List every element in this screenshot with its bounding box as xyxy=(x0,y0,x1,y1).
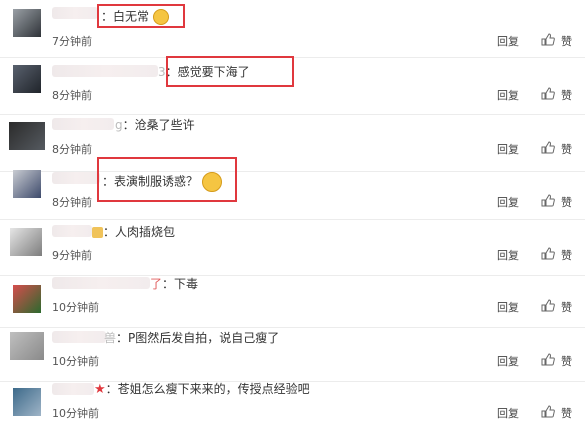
avatar[interactable] xyxy=(9,122,45,150)
like-label[interactable]: 赞 xyxy=(561,194,572,210)
username-blurred[interactable] xyxy=(52,7,98,19)
thumbs-up-icon[interactable] xyxy=(541,87,555,100)
highlight-box xyxy=(97,157,237,202)
like-label[interactable]: 赞 xyxy=(561,87,572,103)
highlight-box xyxy=(166,56,294,87)
comment-row: ：表演制服诱惑？ 8分钟前 回复 赞 xyxy=(0,162,585,220)
comment-time: 7分钟前 xyxy=(52,35,92,48)
like-label[interactable]: 赞 xyxy=(561,141,572,157)
avatar[interactable] xyxy=(13,65,41,93)
username-blurred[interactable] xyxy=(52,383,94,395)
thumbs-up-icon[interactable] xyxy=(541,194,555,207)
reply-button[interactable]: 回复 xyxy=(497,299,519,315)
avatar[interactable] xyxy=(13,388,41,416)
reply-button[interactable]: 回复 xyxy=(497,141,519,157)
comment-time: 8分钟前 xyxy=(52,196,92,209)
username-blurred[interactable] xyxy=(52,331,106,343)
reply-button[interactable]: 回复 xyxy=(497,87,519,103)
comment-row: ★：苍姐怎么瘦下来来的，传授点经验吧 10分钟前 回复 赞 xyxy=(0,376,585,433)
star-icon: ★ xyxy=(94,382,106,397)
thumbs-up-icon[interactable] xyxy=(541,141,555,154)
avatar[interactable] xyxy=(10,332,44,360)
comment-text: ★：苍姐怎么瘦下来来的，传授点经验吧 xyxy=(94,382,310,397)
like-label[interactable]: 赞 xyxy=(561,33,572,49)
username-blurred[interactable] xyxy=(52,225,92,237)
comment-time: 9分钟前 xyxy=(52,249,92,262)
comment-text: g：沧桑了些许 xyxy=(115,118,195,132)
thumbs-up-icon[interactable] xyxy=(541,299,555,312)
avatar[interactable] xyxy=(10,228,42,256)
comment-row: ：白无常 7分钟前 回复 赞 xyxy=(0,0,585,58)
comment-text: 了：下毒 xyxy=(150,277,199,291)
comment-row: 兽：P图然后发自拍，说自己瘦了 10分钟前 回复 赞 xyxy=(0,324,585,382)
comment-row: 了：下毒 10分钟前 回复 赞 xyxy=(0,270,585,328)
comment-text: ：人肉插烧包 xyxy=(92,225,175,239)
avatar[interactable] xyxy=(13,170,41,198)
like-label[interactable]: 赞 xyxy=(561,247,572,263)
username-blurred[interactable] xyxy=(52,65,158,77)
username-blurred[interactable] xyxy=(52,118,114,130)
avatar[interactable] xyxy=(13,9,41,37)
thumbs-up-icon[interactable] xyxy=(541,405,555,418)
username-blurred[interactable] xyxy=(52,277,150,289)
like-label[interactable]: 赞 xyxy=(561,299,572,315)
comment-time: 10分钟前 xyxy=(52,355,99,368)
comment-time: 8分钟前 xyxy=(52,89,92,102)
comment-time: 10分钟前 xyxy=(52,301,99,314)
comment-time: 8分钟前 xyxy=(52,143,92,156)
reply-button[interactable]: 回复 xyxy=(497,33,519,49)
thumbs-up-icon[interactable] xyxy=(541,247,555,260)
reply-button[interactable]: 回复 xyxy=(497,247,519,263)
highlight-box xyxy=(97,4,185,28)
reply-button[interactable]: 回复 xyxy=(497,194,519,210)
avatar[interactable] xyxy=(13,285,41,313)
username-blurred[interactable] xyxy=(52,172,100,184)
thumbs-up-icon[interactable] xyxy=(541,33,555,46)
reply-button[interactable]: 回复 xyxy=(497,353,519,369)
comment-row: ：人肉插烧包 9分钟前 回复 赞 xyxy=(0,218,585,276)
like-label[interactable]: 赞 xyxy=(561,353,572,369)
comment-text: 兽：P图然后发自拍，说自己瘦了 xyxy=(104,331,280,345)
thumbs-up-icon[interactable] xyxy=(541,353,555,366)
vip-badge-icon xyxy=(92,227,103,238)
